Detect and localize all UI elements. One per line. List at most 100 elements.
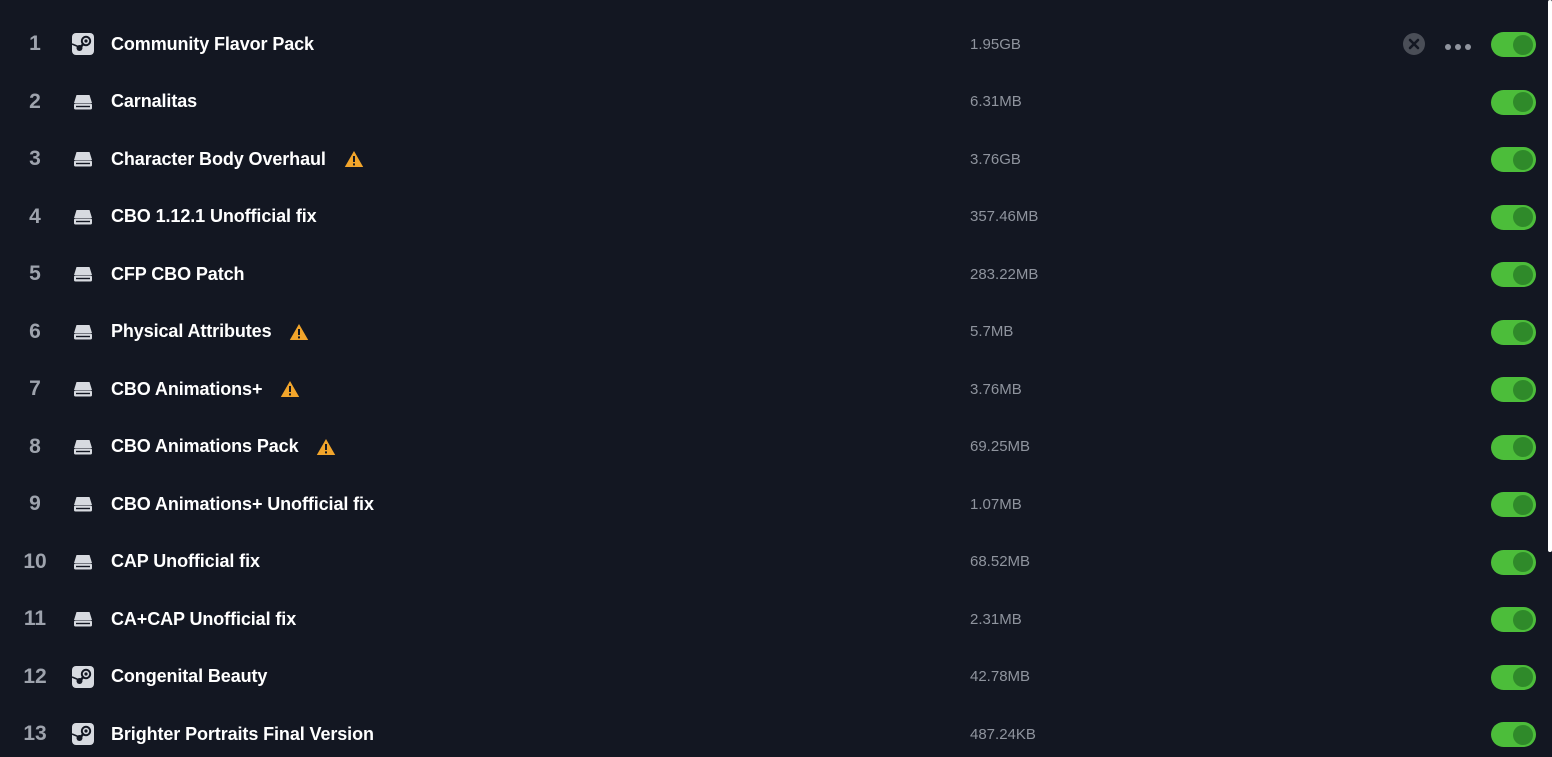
mod-row[interactable]: 5 CFP CBO Patch 283.22MB — [0, 246, 1546, 304]
scrollbar[interactable] — [1548, 0, 1552, 552]
local-drive-icon — [72, 206, 94, 228]
load-order-index: 4 — [29, 204, 41, 228]
mod-name-text: CBO Animations+ — [111, 378, 263, 399]
toggle-knob — [1513, 322, 1533, 343]
local-drive-icon — [72, 91, 94, 113]
toggle-knob — [1513, 92, 1533, 113]
remove-icon[interactable] — [1402, 32, 1426, 56]
mod-row[interactable]: 11 CA+CAP Unofficial fix 2.31MB — [0, 591, 1546, 649]
mod-size: 283.22MB — [970, 265, 1039, 283]
toggle-knob — [1513, 494, 1533, 515]
more-options-icon[interactable] — [1443, 39, 1473, 51]
warning-icon[interactable] — [344, 150, 364, 168]
mod-row[interactable]: 13 Brighter Portraits Final Version 487.24… — [0, 706, 1546, 757]
mod-size: 42.78MB — [970, 668, 1031, 686]
mod-size: 5.7MB — [970, 323, 1014, 341]
enable-toggle[interactable] — [1491, 377, 1536, 403]
load-order-index: 11 — [23, 607, 47, 631]
enable-toggle[interactable] — [1491, 664, 1536, 690]
mod-row[interactable]: 12 Congenital Beauty 42.78MB — [0, 648, 1546, 706]
steam-icon — [71, 33, 94, 56]
enable-toggle[interactable] — [1491, 722, 1536, 748]
load-order-index: 2 — [29, 89, 41, 113]
local-drive-icon — [72, 551, 94, 573]
mod-row[interactable]: 1 Community Flavor Pack 1.95GB — [0, 16, 1546, 74]
mod-name: CA+CAP Unofficial fix — [111, 591, 296, 649]
mod-name-text: CFP CBO Patch — [111, 263, 245, 284]
mod-name-text: Community Flavor Pack — [111, 33, 314, 54]
toggle-knob — [1513, 437, 1533, 458]
warning-icon[interactable] — [280, 380, 300, 398]
mod-name-text: CBO 1.12.1 Unofficial fix — [111, 206, 317, 227]
toggle-knob — [1513, 609, 1533, 630]
enable-toggle[interactable] — [1491, 549, 1536, 575]
toggle-knob — [1513, 264, 1533, 285]
mod-row[interactable]: 3 Character Body Overhaul 3.76GB — [0, 131, 1546, 189]
local-drive-icon — [72, 148, 94, 170]
mod-name-text: Character Body Overhaul — [111, 148, 326, 169]
mod-name: Physical Attributes — [111, 303, 309, 361]
local-drive-icon — [72, 263, 94, 285]
load-order-index: 9 — [29, 492, 41, 516]
toggle-knob — [1513, 667, 1533, 688]
enable-toggle[interactable] — [1491, 319, 1536, 345]
mod-row[interactable]: 2 Carnalitas 6.31MB — [0, 73, 1546, 131]
mod-name: CBO 1.12.1 Unofficial fix — [111, 188, 317, 246]
mod-size: 1.07MB — [970, 495, 1022, 513]
mod-name-text: CA+CAP Unofficial fix — [111, 608, 297, 629]
mod-row[interactable]: 4 CBO 1.12.1 Unofficial fix 357.46MB — [0, 188, 1546, 246]
mod-name-text: CBO Animations+ Unofficial fix — [111, 493, 374, 514]
load-order-index: 5 — [29, 262, 41, 286]
mod-row[interactable]: 6 Physical Attributes 5.7MB — [0, 303, 1546, 361]
mod-name: Congenital Beauty — [111, 648, 267, 706]
mod-name: CAP Unofficial fix — [111, 533, 260, 591]
mod-name: Community Flavor Pack — [111, 16, 314, 74]
warning-icon[interactable] — [289, 323, 309, 341]
mod-name-text: Congenital Beauty — [111, 666, 268, 687]
mod-row[interactable]: 7 CBO Animations+ 3.76MB — [0, 361, 1546, 419]
toggle-knob — [1513, 724, 1533, 745]
enable-toggle[interactable] — [1491, 89, 1536, 115]
load-order-index: 13 — [23, 722, 47, 746]
local-drive-icon — [72, 378, 94, 400]
enable-toggle[interactable] — [1491, 607, 1536, 633]
enable-toggle[interactable] — [1491, 262, 1536, 288]
mod-size: 357.46MB — [970, 208, 1039, 226]
mod-name: CBO Animations+ — [111, 361, 300, 419]
mod-size: 3.76MB — [970, 380, 1022, 398]
mod-name: CFP CBO Patch — [111, 246, 245, 304]
mod-name: CBO Animations Pack — [111, 418, 336, 476]
mod-size: 2.31MB — [970, 610, 1022, 628]
steam-icon — [71, 665, 94, 688]
toggle-knob — [1513, 552, 1533, 573]
toggle-knob — [1513, 207, 1533, 228]
local-drive-icon — [72, 608, 94, 630]
load-order-index: 10 — [23, 549, 47, 573]
enable-toggle[interactable] — [1491, 204, 1536, 230]
local-drive-icon — [72, 321, 94, 343]
enable-toggle[interactable] — [1491, 492, 1536, 518]
enable-toggle[interactable] — [1491, 32, 1536, 58]
load-order-index: 7 — [29, 377, 41, 401]
warning-icon[interactable] — [316, 438, 336, 456]
load-order-index: 6 — [29, 319, 41, 343]
load-order-index: 1 — [29, 32, 41, 56]
mod-size: 69.25MB — [970, 438, 1031, 456]
mod-name: Character Body Overhaul — [111, 131, 364, 189]
mod-row[interactable]: 10 CAP Unofficial fix 68.52MB — [0, 533, 1546, 591]
mod-row[interactable]: 8 CBO Animations Pack 69.25MB — [0, 418, 1546, 476]
load-order-index: 12 — [23, 664, 47, 688]
steam-icon — [71, 723, 94, 746]
mod-name-text: Brighter Portraits Final Version — [111, 723, 374, 744]
mod-size: 68.52MB — [970, 553, 1031, 571]
enable-toggle[interactable] — [1491, 434, 1536, 460]
enable-toggle[interactable] — [1491, 147, 1536, 173]
mod-row[interactable]: 9 CBO Animations+ Unofficial fix 1.07MB — [0, 476, 1546, 534]
mod-name-text: Carnalitas — [111, 91, 198, 112]
toggle-knob — [1513, 149, 1533, 170]
load-order-index: 8 — [29, 434, 41, 458]
mod-size: 487.24KB — [970, 725, 1036, 743]
mod-name: Carnalitas — [111, 73, 197, 131]
mod-name-text: CAP Unofficial fix — [111, 551, 260, 572]
local-drive-icon — [72, 436, 94, 458]
